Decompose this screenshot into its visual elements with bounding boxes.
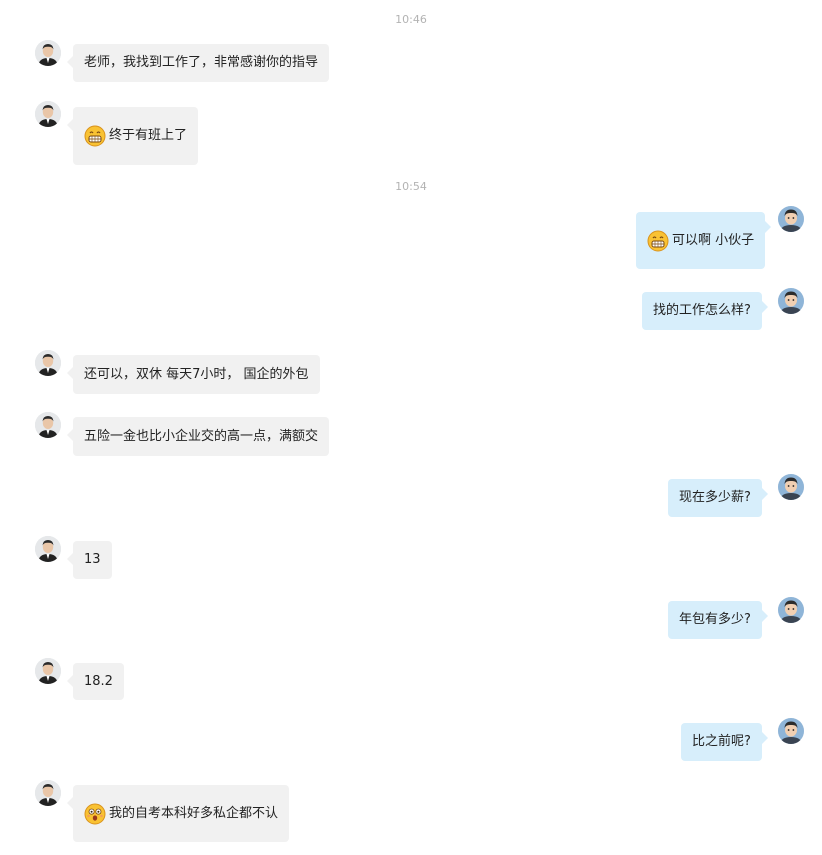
my-avatar[interactable]	[778, 288, 804, 314]
contact-avatar[interactable]	[35, 101, 61, 127]
grinning-emoji-icon	[647, 230, 669, 252]
message-text: 五险一金也比小企业交的高一点，满额交	[84, 428, 319, 444]
my-avatar[interactable]	[778, 206, 804, 232]
message-text: 年包有多少?	[679, 612, 751, 627]
message-bubble[interactable]: 18.2	[67, 663, 124, 700]
message-bubble[interactable]: 五险一金也比小企业交的高一点，满额交	[66, 417, 330, 456]
message-bubble[interactable]: 可以啊 小伙子	[636, 212, 772, 269]
message-text: 13	[84, 552, 101, 567]
message-text: 终于有班上了	[109, 128, 188, 143]
message-text: 18.2	[84, 673, 113, 689]
message-bubble[interactable]: 13	[67, 541, 112, 579]
my-avatar[interactable]	[778, 597, 804, 623]
timestamp: 10:54	[395, 180, 427, 193]
contact-avatar[interactable]	[35, 780, 61, 806]
contact-avatar[interactable]	[35, 658, 61, 684]
message-bubble[interactable]: 还可以，双休 每天7小时， 国企的外包	[67, 355, 320, 394]
contact-avatar[interactable]	[35, 350, 61, 376]
message-bubble[interactable]: 找的工作怎么样?	[642, 292, 768, 330]
my-avatar[interactable]	[778, 718, 804, 744]
message-bubble[interactable]: 现在多少薪?	[668, 479, 768, 517]
message-bubble[interactable]: 年包有多少?	[668, 601, 768, 639]
shocked-emoji-icon	[84, 803, 106, 825]
message-bubble[interactable]: 我的自考本科好多私企都不认	[66, 785, 290, 842]
contact-avatar[interactable]	[35, 536, 61, 562]
message-text: 可以啊 小伙子	[672, 232, 755, 248]
message-text: 现在多少薪?	[679, 490, 751, 505]
message-bubble[interactable]: 比之前呢?	[681, 723, 768, 761]
message-text: 找的工作怎么样?	[653, 303, 751, 318]
grinning-emoji-icon	[84, 125, 106, 147]
message-text: 老师，我找到工作了，非常感谢你的指导	[84, 55, 319, 70]
contact-avatar[interactable]	[35, 40, 61, 66]
contact-avatar[interactable]	[35, 412, 61, 438]
my-avatar[interactable]	[778, 474, 804, 500]
timestamp: 10:46	[395, 13, 427, 26]
message-text: 比之前呢?	[692, 734, 751, 749]
message-text: 我的自考本科好多私企都不认	[109, 805, 279, 821]
message-bubble[interactable]: 老师，我找到工作了，非常感谢你的指导	[66, 44, 330, 82]
message-bubble[interactable]: 终于有班上了	[66, 107, 199, 165]
message-text: 还可以，双休 每天7小时， 国企的外包	[84, 366, 309, 382]
